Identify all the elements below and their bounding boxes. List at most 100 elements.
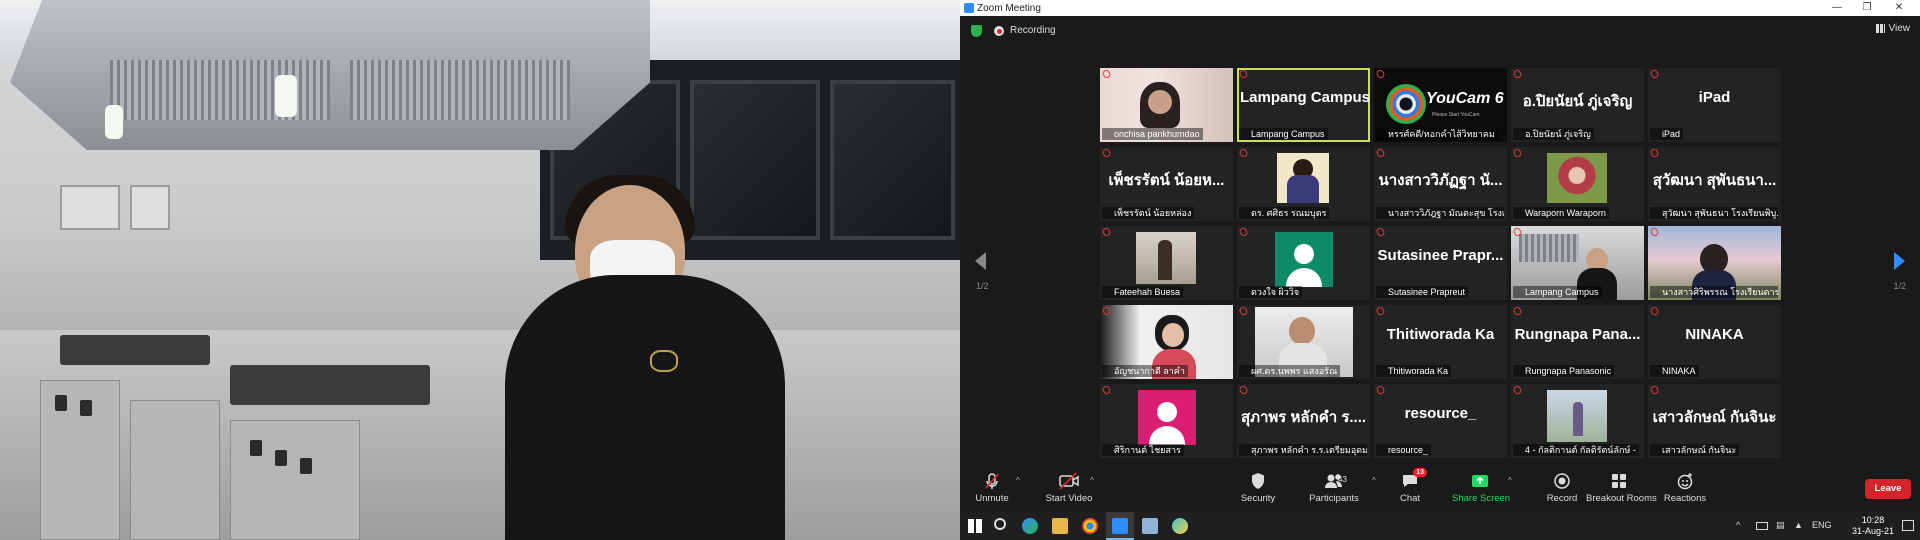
participant-tile[interactable]: resource_ resource_: [1374, 384, 1507, 458]
breakout-rooms-label: Breakout Rooms: [1586, 493, 1657, 504]
participant-name: สุภาพร หลักคำ ร.ร.เตรียมอุดม...: [1239, 444, 1367, 456]
network-icon[interactable]: ▤: [1776, 520, 1785, 531]
participant-tile[interactable]: onchisa pankhumdao: [1100, 68, 1233, 142]
participant-name: สุวัฒนา สุพันธนา โรงเรียนพิบู...: [1650, 207, 1778, 219]
breakout-rooms-icon: [1586, 472, 1652, 490]
minimize-icon[interactable]: —: [1824, 0, 1850, 16]
participant-tile[interactable]: Thitiworada Ka Thitiworada Ka: [1374, 305, 1507, 379]
participant-tile[interactable]: สุภาพร หลักคำ ร.... สุภาพร หลักคำ ร.ร.เต…: [1237, 384, 1370, 458]
participant-tile[interactable]: นางสาววิภัฏฐา นั... นางสาววิภัฎฐา มัณตะส…: [1374, 147, 1507, 221]
clock-time: 10:28: [1861, 515, 1885, 525]
next-page-arrow-icon[interactable]: [1894, 252, 1905, 270]
participant-tile[interactable]: YouCam 6 Please Start YouCam หรรศ์คดี/หอ…: [1374, 68, 1507, 142]
view-button[interactable]: View: [1875, 23, 1910, 34]
participants-options-chevron-icon[interactable]: ^: [1372, 476, 1376, 485]
recording-icon[interactable]: [994, 26, 1004, 36]
muted-mic-icon: [972, 472, 1012, 490]
shield-icon: [1238, 472, 1278, 490]
security-label: Security: [1240, 493, 1276, 504]
participant-tile[interactable]: สุวัฒนา สุพันธนา... สุวัฒนา สุพันธนา โรง…: [1648, 147, 1781, 221]
participant-tile[interactable]: นางสาวศิริพรรณ โรงเรียนดาร...: [1648, 226, 1781, 300]
participant-tile[interactable]: Lampang Campus: [1511, 226, 1644, 300]
unmute-button[interactable]: Unmute: [972, 472, 1012, 504]
muted-mic-icon: [1238, 68, 1249, 80]
participant-name: Fateehah Buesa: [1102, 286, 1184, 298]
participant-tile[interactable]: iPad iPad: [1648, 68, 1781, 142]
leave-button[interactable]: Leave: [1865, 479, 1911, 499]
share-options-chevron-icon[interactable]: ^: [1508, 476, 1512, 485]
restore-icon[interactable]: ❐: [1854, 0, 1880, 16]
participant-display-name: iPad: [1698, 89, 1731, 106]
app-icon[interactable]: [1172, 518, 1188, 534]
participant-name: 4 - กัลติกานต์ กัลติรัตน์ลักษ์ -: [1513, 444, 1639, 456]
participant-tile[interactable]: 4 - กัลติกานต์ กัลติรัตน์ลักษ์ -: [1511, 384, 1644, 458]
participant-tile[interactable]: เสาวลักษณ์ กันจินะ เสาวลักษณ์ กันจินะ: [1648, 384, 1781, 458]
participant-name: ดวงใจ ผิววิจ: [1239, 286, 1303, 298]
meeting-topbar: Recording View: [960, 16, 1920, 46]
security-shield-icon[interactable]: [971, 25, 982, 37]
muted-mic-icon: [1512, 147, 1523, 159]
chrome-browser-icon[interactable]: [1082, 518, 1098, 534]
participant-tile-active-speaker[interactable]: Lampang Campus Lampang Campus: [1237, 68, 1370, 142]
security-button[interactable]: Security: [1238, 472, 1278, 504]
participant-display-name: Lampang Campus: [1240, 89, 1370, 106]
show-hidden-icons-chevron-icon[interactable]: ^: [1736, 520, 1740, 530]
participants-label: Participants: [1309, 493, 1359, 504]
participant-display-name: สุภาพร หลักคำ ร....: [1240, 409, 1367, 426]
muted-mic-icon: [1375, 226, 1386, 238]
participant-tile[interactable]: NINAKA NINAKA: [1648, 305, 1781, 379]
previous-page-arrow-icon[interactable]: [975, 252, 986, 270]
participant-tile[interactable]: Waraporn Waraporn: [1511, 147, 1644, 221]
participant-tile[interactable]: อ.ปิยนัยน์ ภู่เจริญ อ.ปิยนัยน์ ภู่เจริญ: [1511, 68, 1644, 142]
participant-tile[interactable]: ศิริกานต์ ไชยสาร: [1100, 384, 1233, 458]
zoom-app-icon[interactable]: [1112, 518, 1128, 534]
stove-burners: [230, 365, 430, 405]
participant-name: resource_: [1376, 444, 1432, 456]
participant-display-name: resource_: [1404, 405, 1477, 422]
notepad-icon[interactable]: [1142, 518, 1158, 534]
windows-start-icon[interactable]: [968, 519, 982, 533]
video-options-chevron-icon[interactable]: ^: [1090, 476, 1094, 485]
participant-tile[interactable]: อัญชนากาตี ลาคำ: [1100, 305, 1233, 379]
youcam-logo-icon: [1386, 84, 1426, 124]
chat-unread-badge: 13: [1413, 468, 1427, 477]
reactions-button[interactable]: Reactions: [1663, 472, 1707, 504]
participant-tile[interactable]: เพ็ชรรัตน์ น้อยห... เพ็ชรรัตน์ น้อยหล่อง: [1100, 147, 1233, 221]
chat-button[interactable]: 13 Chat: [1390, 468, 1430, 504]
participant-name: ดร. ศศิธร รณมบุตร: [1239, 207, 1330, 219]
notifications-icon[interactable]: [1902, 520, 1914, 531]
muted-mic-icon: [1512, 384, 1523, 396]
participant-tile[interactable]: Fateehah Buesa: [1100, 226, 1233, 300]
participant-tile[interactable]: Sutasinee Prapr... Sutasinee Prapreut: [1374, 226, 1507, 300]
language-indicator[interactable]: ENG: [1812, 520, 1832, 530]
edge-browser-icon[interactable]: [1022, 518, 1038, 534]
system-clock[interactable]: 10:28 31-Aug-21: [1852, 515, 1894, 537]
participant-tile[interactable]: ดวงใจ ผิววิจ: [1237, 226, 1370, 300]
participant-name: อ.ปิยนัยน์ ภู่เจริญ: [1513, 128, 1594, 140]
participant-name: iPad: [1650, 128, 1684, 140]
participant-tile[interactable]: ดร. ศศิธร รณมบุตร: [1237, 147, 1370, 221]
participants-button[interactable]: 43 Participants: [1305, 472, 1363, 504]
battery-icon[interactable]: [1756, 522, 1768, 530]
file-explorer-icon[interactable]: [1052, 518, 1068, 534]
reactions-smiley-icon: [1663, 472, 1707, 490]
close-icon[interactable]: ✕: [1886, 0, 1912, 16]
breakout-rooms-button[interactable]: Breakout Rooms: [1586, 472, 1657, 504]
grid-view-icon: [1875, 24, 1885, 33]
audio-options-chevron-icon[interactable]: ^: [1016, 476, 1020, 485]
participant-tile[interactable]: Rungnapa Pana... Rungnapa Panasonic: [1511, 305, 1644, 379]
muted-mic-icon: [1649, 68, 1660, 80]
participants-icon: 43: [1314, 472, 1354, 490]
participant-name: เสาวลักษณ์ กันจินะ: [1650, 444, 1740, 456]
record-button[interactable]: Record: [1542, 472, 1582, 504]
volume-icon[interactable]: ▲: [1794, 520, 1803, 530]
participant-display-name: สุวัฒนา สุพันธนา...: [1652, 172, 1777, 189]
gallery-view: onchisa pankhumdao Lampang Campus Lampan…: [1100, 68, 1781, 458]
recording-label: Recording: [1010, 25, 1056, 36]
share-screen-button[interactable]: Share Screen: [1452, 472, 1510, 504]
muted-mic-icon: [1101, 147, 1112, 159]
participant-tile[interactable]: ผศ.ดร.นพพร แสงอรัณ: [1237, 305, 1370, 379]
page-indicator-right: 1/2: [1893, 281, 1906, 291]
participant-display-name: เพ็ชรรัตน์ น้อยห...: [1108, 172, 1225, 189]
search-icon[interactable]: [994, 518, 1006, 530]
